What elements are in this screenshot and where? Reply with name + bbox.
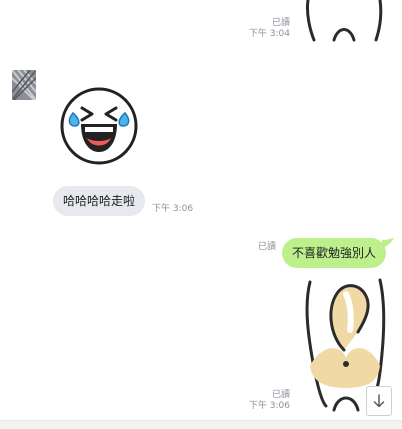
avatar-image: [12, 70, 36, 100]
bubble-tail: [382, 238, 394, 248]
timestamp: 下午 3:06: [248, 401, 290, 411]
timestamp: 下午 3:04: [248, 29, 290, 39]
cat-sticker-partial: [306, 0, 383, 42]
message-text: 不喜歡勉強別人: [292, 246, 377, 260]
read-receipt: 已讀: [271, 18, 290, 28]
arrow-down-icon: [373, 394, 385, 408]
incoming-message-bubble[interactable]: 哈哈哈哈走啦: [53, 186, 146, 216]
message-text: 哈哈哈哈走啦: [63, 194, 136, 208]
timestamp: 下午 3:06: [152, 204, 194, 214]
avatar[interactable]: [12, 70, 36, 100]
scroll-to-bottom-button[interactable]: [366, 386, 392, 416]
read-receipt: 已讀: [257, 242, 276, 252]
laughing-crying-sticker[interactable]: [59, 86, 139, 166]
read-receipt: 已讀: [271, 390, 290, 400]
outgoing-message-bubble[interactable]: 不喜歡勉強別人: [282, 238, 387, 268]
